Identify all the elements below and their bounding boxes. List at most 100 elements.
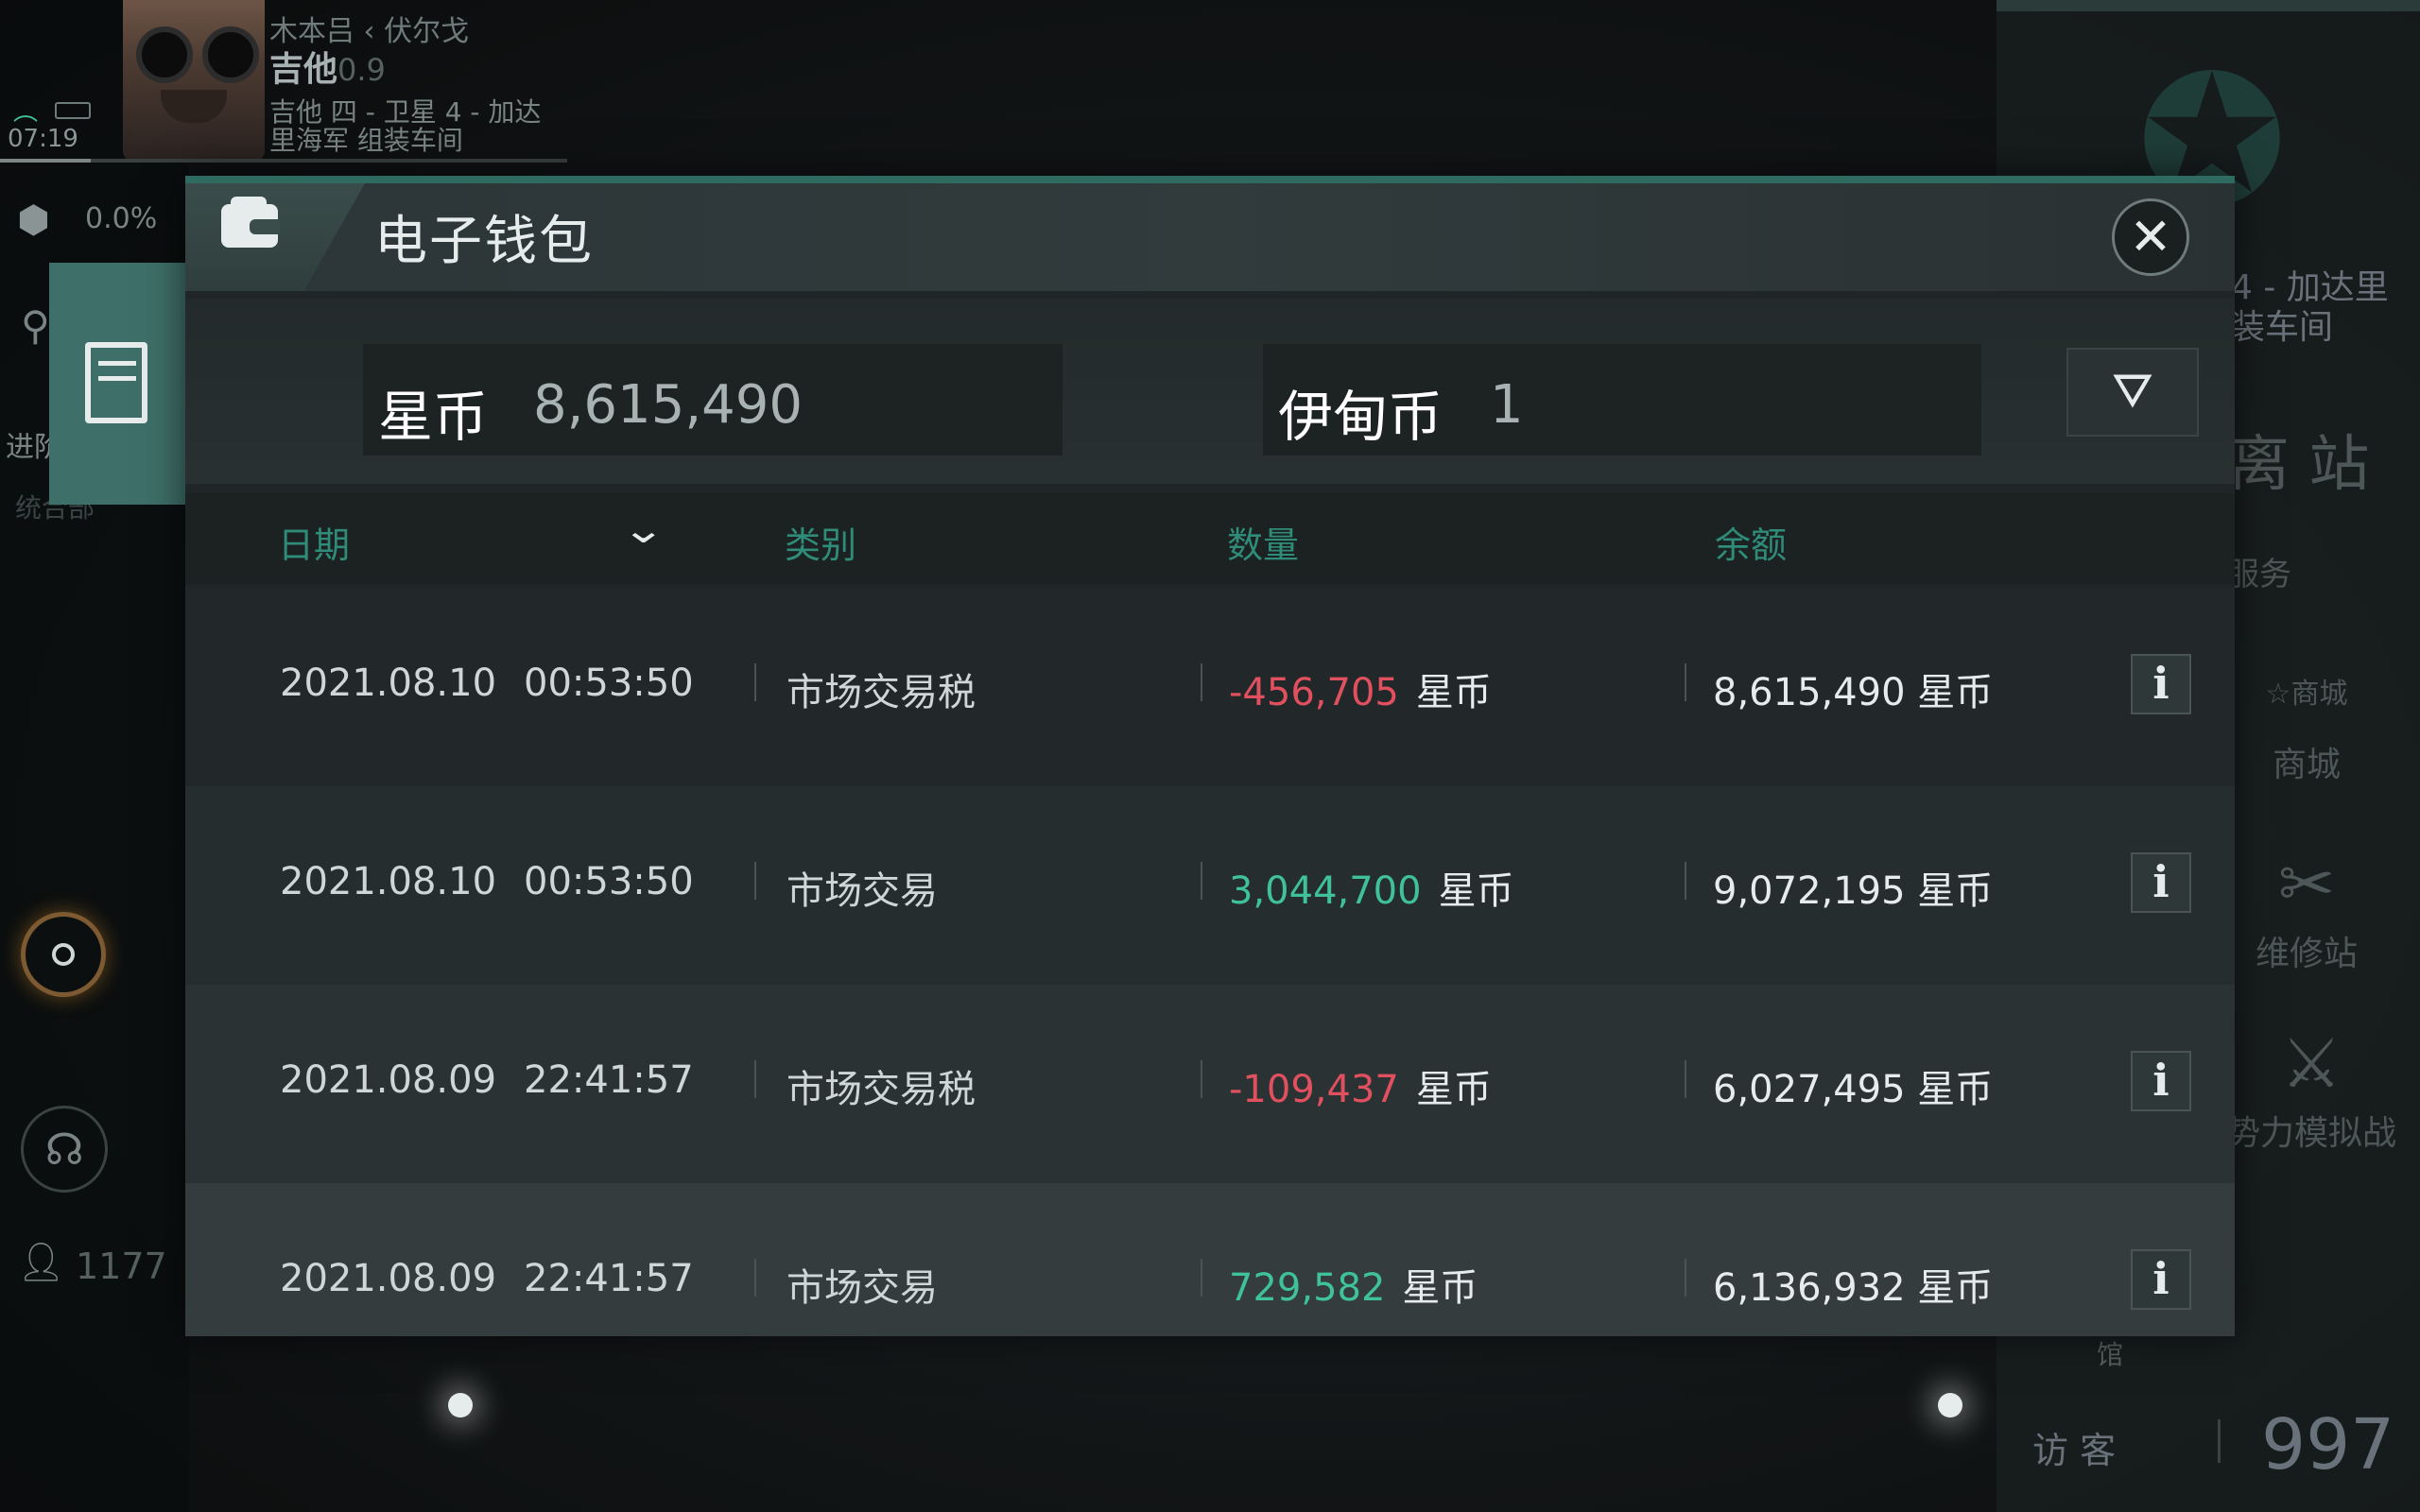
chevron-down-icon[interactable]: ⌄ <box>621 508 666 552</box>
info-icon[interactable]: i <box>2131 1249 2191 1310</box>
eden-coin-label: 伊甸币 <box>1278 385 1443 449</box>
eden-coin-value: 1 <box>1490 374 1524 436</box>
row-category: 市场交易 <box>786 869 938 913</box>
row-divider <box>1685 663 1686 701</box>
info-icon[interactable]: i <box>2131 654 2191 714</box>
row-time: 00:53:50 <box>524 860 694 903</box>
row-date: 2021.08.10 <box>280 860 497 903</box>
headset-icon[interactable]: ☊ <box>21 1106 108 1193</box>
row-category: 市场交易 <box>786 1266 938 1310</box>
row-amount: 3,044,700 星币 <box>1229 860 1514 915</box>
wallet-icon <box>221 197 280 248</box>
row-balance: 6,136,932 星币 <box>1713 1266 1994 1310</box>
clock-time: 07:19 <box>8 125 78 153</box>
station-line: 吉他 四 - 卫星 4 - 加达 <box>269 96 542 128</box>
sim-label: 势力模拟战 <box>2225 1114 2396 1153</box>
cargo-percent: 0.0% <box>85 202 158 235</box>
row-category: 市场交易税 <box>786 1068 976 1111</box>
shop-button[interactable]: ☆商城 商城 <box>2231 652 2382 786</box>
row-divider <box>754 1259 756 1297</box>
shop-icon: ☆商城 <box>2265 678 2348 711</box>
star-coin-value: 8,615,490 <box>533 374 804 436</box>
row-time: 22:41:57 <box>524 1257 694 1300</box>
star-coin-label: 星币 <box>378 385 489 449</box>
system-name[interactable]: 吉他0.9 <box>269 42 386 91</box>
row-date: 2021.08.10 <box>280 662 497 705</box>
battery-icon <box>55 102 91 119</box>
sim-battle-button[interactable]: ⚔ 势力模拟战 <box>2203 1021 2420 1155</box>
row-amount-value: -456,705 <box>1229 671 1399 714</box>
table-row: 2021.08.10 00:53:50 市场交易税 -456,705 星币 8,6… <box>185 588 2235 786</box>
character-portrait[interactable] <box>123 0 265 161</box>
table-row: 2021.08.10 00:53:50 市场交易 3,044,700 星币 9,0… <box>185 786 2235 985</box>
column-amount: 数量 <box>1227 524 1300 566</box>
map-pin-icon[interactable]: ⚲ <box>21 302 50 349</box>
visitor-divider <box>2218 1419 2221 1463</box>
row-category: 市场交易税 <box>786 671 976 714</box>
portrait-beard <box>161 90 227 123</box>
player-count: 1177 <box>76 1246 167 1287</box>
row-divider <box>1201 1060 1202 1098</box>
row-amount-unit: 星币 <box>1415 671 1492 714</box>
undock-button[interactable]: 离 站 <box>2229 416 2369 503</box>
row-amount-unit: 星币 <box>1415 1068 1492 1111</box>
row-divider <box>754 663 756 701</box>
eden-coin-balance: 伊甸币 1 <box>1263 344 1981 455</box>
system-label: 吉他 <box>269 50 338 89</box>
star-coin-balance: 星币 8,615,490 <box>363 344 1063 455</box>
right-topbar <box>1996 0 2420 11</box>
balance-strip: 星币 8,615,490 伊甸币 1 ⛛ <box>185 299 2235 484</box>
station-line: 装车间 <box>2231 308 2334 347</box>
player-icon: 👤︎ <box>17 1241 65 1284</box>
visitor-count: 997 <box>2261 1404 2395 1486</box>
row-amount: -109,437 星币 <box>1229 1058 1492 1113</box>
filter-button[interactable]: ⛛ <box>2066 348 2199 437</box>
row-amount: 729,582 星币 <box>1229 1257 1478 1312</box>
panel-topline <box>185 176 2235 183</box>
row-balance: 9,072,195 星币 <box>1713 869 1994 913</box>
visitor-label: 访 客 <box>2032 1430 2117 1471</box>
goggle-right <box>202 26 259 83</box>
row-divider <box>1201 663 1202 701</box>
row-amount-value: 729,582 <box>1229 1266 1386 1310</box>
notes-icon <box>85 342 147 423</box>
wallet-panel: 电子钱包 ✕ 星币 8,615,490 伊甸币 1 ⛛ 日期 ⌄ 类别 数量 余… <box>185 176 2235 1336</box>
shop-label: 商城 <box>2272 746 2341 784</box>
row-amount: -456,705 星币 <box>1229 662 1492 716</box>
row-divider <box>1685 862 1686 900</box>
row-divider <box>1685 1060 1686 1098</box>
info-icon[interactable]: i <box>2131 852 2191 913</box>
row-balance: 8,615,490 星币 <box>1713 671 1994 714</box>
services-label: 服务 <box>2227 556 2291 593</box>
row-date: 2021.08.09 <box>280 1257 497 1300</box>
column-date[interactable]: 日期 <box>278 516 350 568</box>
row-date: 2021.08.09 <box>280 1058 497 1102</box>
table-header: 日期 ⌄ 类别 数量 余额 <box>185 493 2235 584</box>
column-category: 类别 <box>785 524 857 566</box>
row-amount-value: -109,437 <box>1229 1068 1399 1111</box>
security-status: 0.9 <box>337 52 386 88</box>
station-name[interactable]: 吉他 四 - 卫星 4 - 加达 里海军 组装车间 <box>269 98 572 155</box>
row-divider <box>1201 862 1202 900</box>
column-balance: 余额 <box>1715 524 1788 566</box>
wifi-icon: ︵ <box>13 98 39 127</box>
row-divider <box>754 1060 756 1098</box>
repair-button[interactable]: ✂ 维修站 <box>2231 841 2382 975</box>
repair-label: 维修站 <box>2255 935 2358 973</box>
station-line: 里海军 组装车间 <box>269 125 463 156</box>
row-amount-unit: 星币 <box>1402 1266 1478 1310</box>
row-divider <box>754 862 756 900</box>
hud-divider <box>0 159 567 163</box>
table-row: 2021.08.09 22:41:57 市场交易 729,582 星币 6,136… <box>185 1183 2235 1336</box>
target-icon[interactable] <box>21 912 106 997</box>
info-icon[interactable]: i <box>2131 1051 2191 1111</box>
row-balance: 6,027,495 星币 <box>1713 1068 1994 1111</box>
table-row: 2021.08.09 22:41:57 市场交易税 -109,437 星币 6,0… <box>185 985 2235 1183</box>
row-divider <box>1201 1259 1202 1297</box>
pavilion-label: 馆 <box>2097 1339 2124 1370</box>
close-button[interactable]: ✕ <box>2112 198 2189 276</box>
background-lamp <box>448 1393 473 1418</box>
notes-tab[interactable] <box>49 263 187 505</box>
station-line: 4 - 加达里 <box>2231 268 2389 307</box>
cargo-icon[interactable]: ⬢ <box>17 198 50 242</box>
